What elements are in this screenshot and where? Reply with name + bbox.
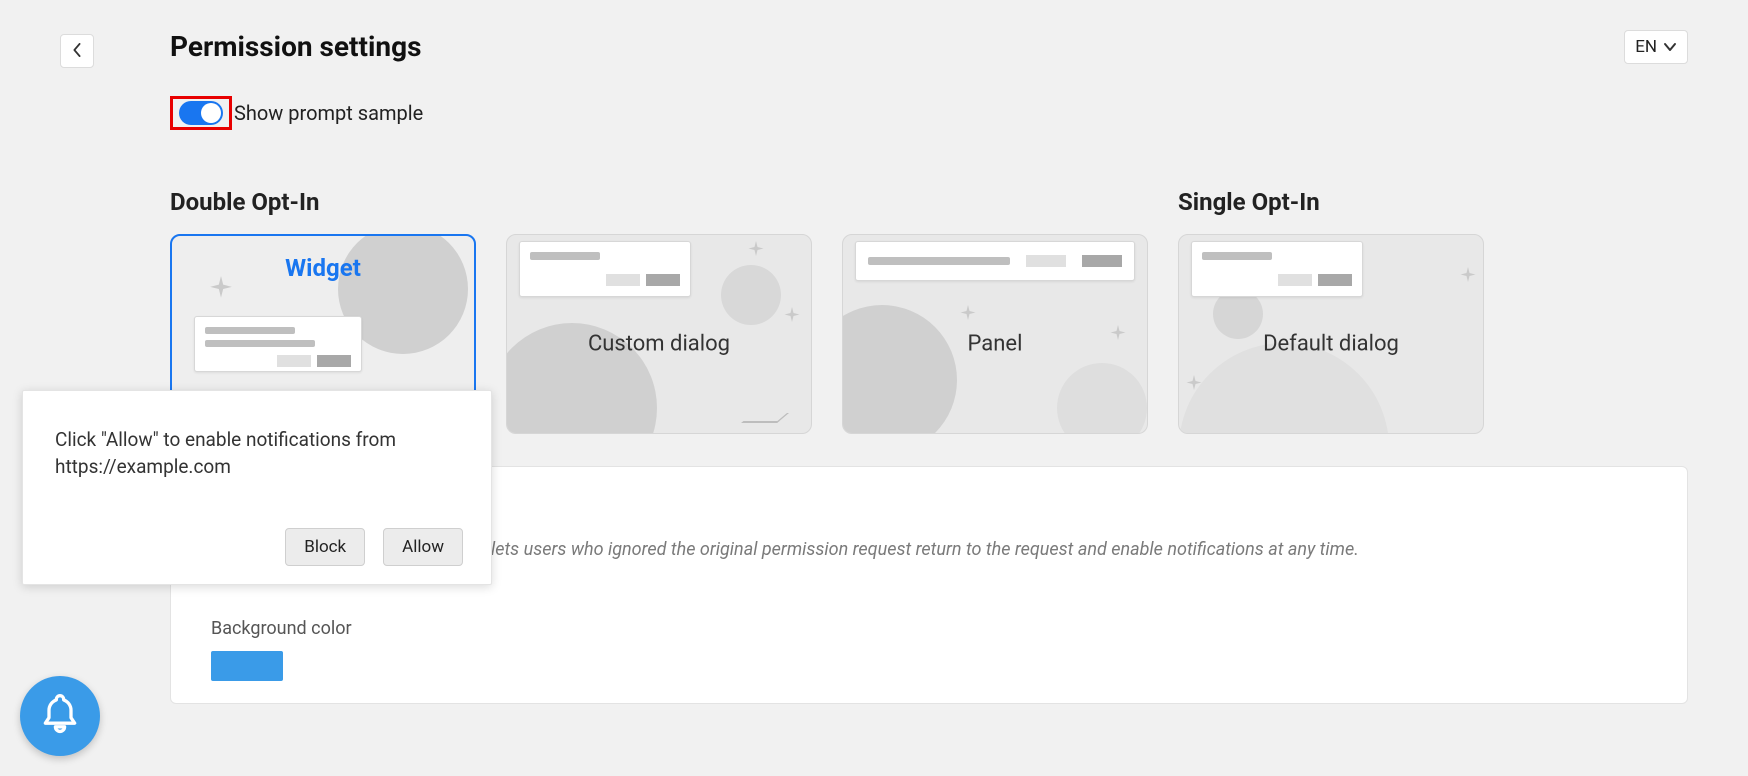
optin-card-panel[interactable]: Panel xyxy=(842,234,1148,434)
language-select[interactable]: EN xyxy=(1624,30,1688,64)
edit-stroke-icon xyxy=(741,413,789,423)
card-widget-title: Widget xyxy=(172,254,474,282)
background-color-swatch[interactable] xyxy=(211,651,283,681)
notification-bell-fab[interactable] xyxy=(20,676,100,756)
optin-card-custom-dialog[interactable]: Custom dialog xyxy=(506,234,812,434)
back-button[interactable] xyxy=(60,34,94,68)
page-title: Permission settings xyxy=(170,30,421,63)
bell-icon xyxy=(38,692,82,740)
card-panel-label: Panel xyxy=(843,331,1147,356)
background-color-label: Background color xyxy=(211,618,1655,639)
prompt-allow-button[interactable]: Allow xyxy=(383,528,463,566)
mini-panel-preview xyxy=(855,241,1135,281)
prompt-sample-dialog: Click "Allow" to enable notifications fr… xyxy=(22,390,492,585)
card-default-dialog-label: Default dialog xyxy=(1179,331,1483,356)
language-code: EN xyxy=(1635,37,1657,57)
chevron-down-icon xyxy=(1663,37,1677,57)
section-double-opt-in: Double Opt-In xyxy=(170,188,1148,216)
toggle-knob xyxy=(201,103,221,123)
card-custom-dialog-label: Custom dialog xyxy=(507,331,811,356)
show-prompt-label: Show prompt sample xyxy=(234,101,423,125)
prompt-block-button[interactable]: Block xyxy=(285,528,365,566)
chevron-left-icon xyxy=(72,42,82,61)
prompt-message: Click "Allow" to enable notifications fr… xyxy=(55,427,463,480)
optin-card-default-dialog[interactable]: Default dialog xyxy=(1178,234,1484,434)
mini-dialog-preview xyxy=(194,316,362,372)
section-single-opt-in: Single Opt-In xyxy=(1178,188,1320,216)
mini-dialog-preview xyxy=(519,241,691,297)
show-prompt-toggle[interactable] xyxy=(179,101,223,125)
mini-dialog-preview xyxy=(1191,241,1363,297)
toggle-highlight-box xyxy=(170,96,232,130)
